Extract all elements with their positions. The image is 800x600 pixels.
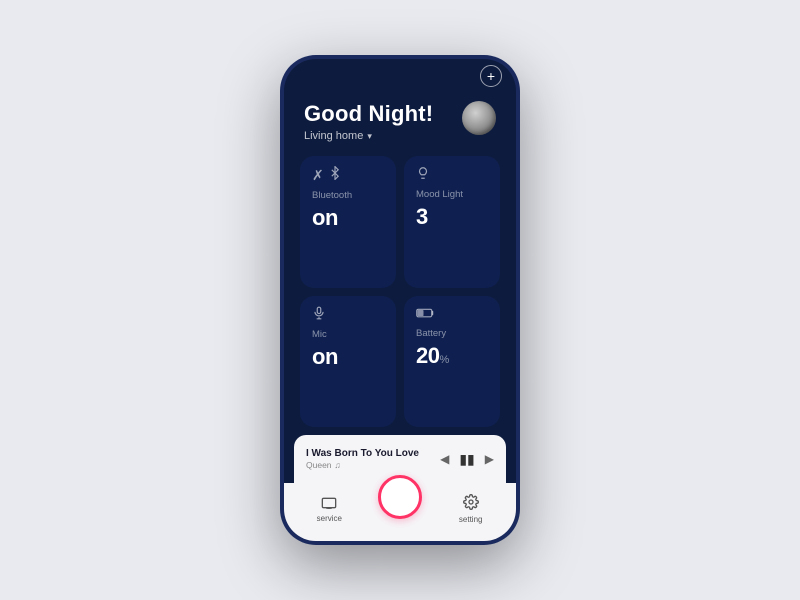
music-title: I Was Born To You Love (306, 448, 419, 459)
mic-value: on (312, 344, 384, 370)
home-nav-center (365, 487, 436, 531)
battery-value: 20% (416, 343, 488, 369)
battery-icon (416, 306, 488, 322)
music-controls: ◀ ▮▮ ▶ (440, 451, 494, 468)
setting-nav-label: setting (459, 515, 483, 524)
status-bar: + (284, 59, 516, 87)
mood-light-card[interactable]: Mood Light 3 (404, 156, 500, 288)
prev-button[interactable]: ◀ (440, 452, 449, 466)
mic-card[interactable]: Mic on (300, 296, 396, 427)
add-button[interactable]: + (480, 65, 502, 87)
header: Good Night! Living home ▾ (284, 87, 516, 152)
artist-name: Queen (306, 460, 332, 470)
setting-icon (463, 494, 479, 513)
bluetooth-value: on (312, 205, 384, 231)
mic-icon (312, 306, 384, 323)
greeting-title: Good Night! (304, 101, 433, 127)
battery-unit: % (439, 354, 448, 366)
home-button-inner (385, 482, 415, 512)
location-row[interactable]: Living home ▾ (304, 130, 433, 142)
mic-label: Mic (312, 329, 384, 340)
service-nav-label: service (317, 514, 342, 523)
music-artist: Queen ♫ (306, 460, 419, 470)
mood-light-label: Mood Light (416, 189, 488, 200)
phone-frame: + Good Night! Living home ▾ ✗ (280, 55, 520, 545)
phone-screen: + Good Night! Living home ▾ ✗ (284, 59, 516, 541)
music-info: I Was Born To You Love Queen ♫ (306, 448, 419, 470)
home-button[interactable] (378, 475, 422, 519)
service-icon (321, 496, 337, 512)
play-pause-button[interactable]: ▮▮ (459, 451, 474, 468)
greeting-section: Good Night! Living home ▾ (304, 101, 433, 142)
bluetooth-label: Bluetooth (312, 190, 384, 201)
battery-card[interactable]: Battery 20% (404, 296, 500, 427)
setting-nav-item[interactable]: setting (435, 494, 506, 524)
music-note-icon: ♫ (335, 460, 341, 470)
bluetooth-card[interactable]: ✗ Bluetooth on (300, 156, 396, 288)
mood-light-value: 3 (416, 204, 488, 230)
cards-grid: ✗ Bluetooth on Mood Light 3 (284, 152, 516, 435)
location-text: Living home (304, 130, 363, 142)
avatar[interactable] (462, 101, 496, 135)
bulb-icon (416, 166, 488, 183)
bluetooth-icon: ✗ (312, 166, 384, 184)
battery-label: Battery (416, 328, 488, 339)
bottom-nav: service setting (284, 483, 516, 541)
chevron-down-icon: ▾ (367, 131, 372, 142)
service-nav-item[interactable]: service (294, 496, 365, 523)
next-button[interactable]: ▶ (485, 452, 494, 466)
add-icon: + (487, 68, 495, 84)
